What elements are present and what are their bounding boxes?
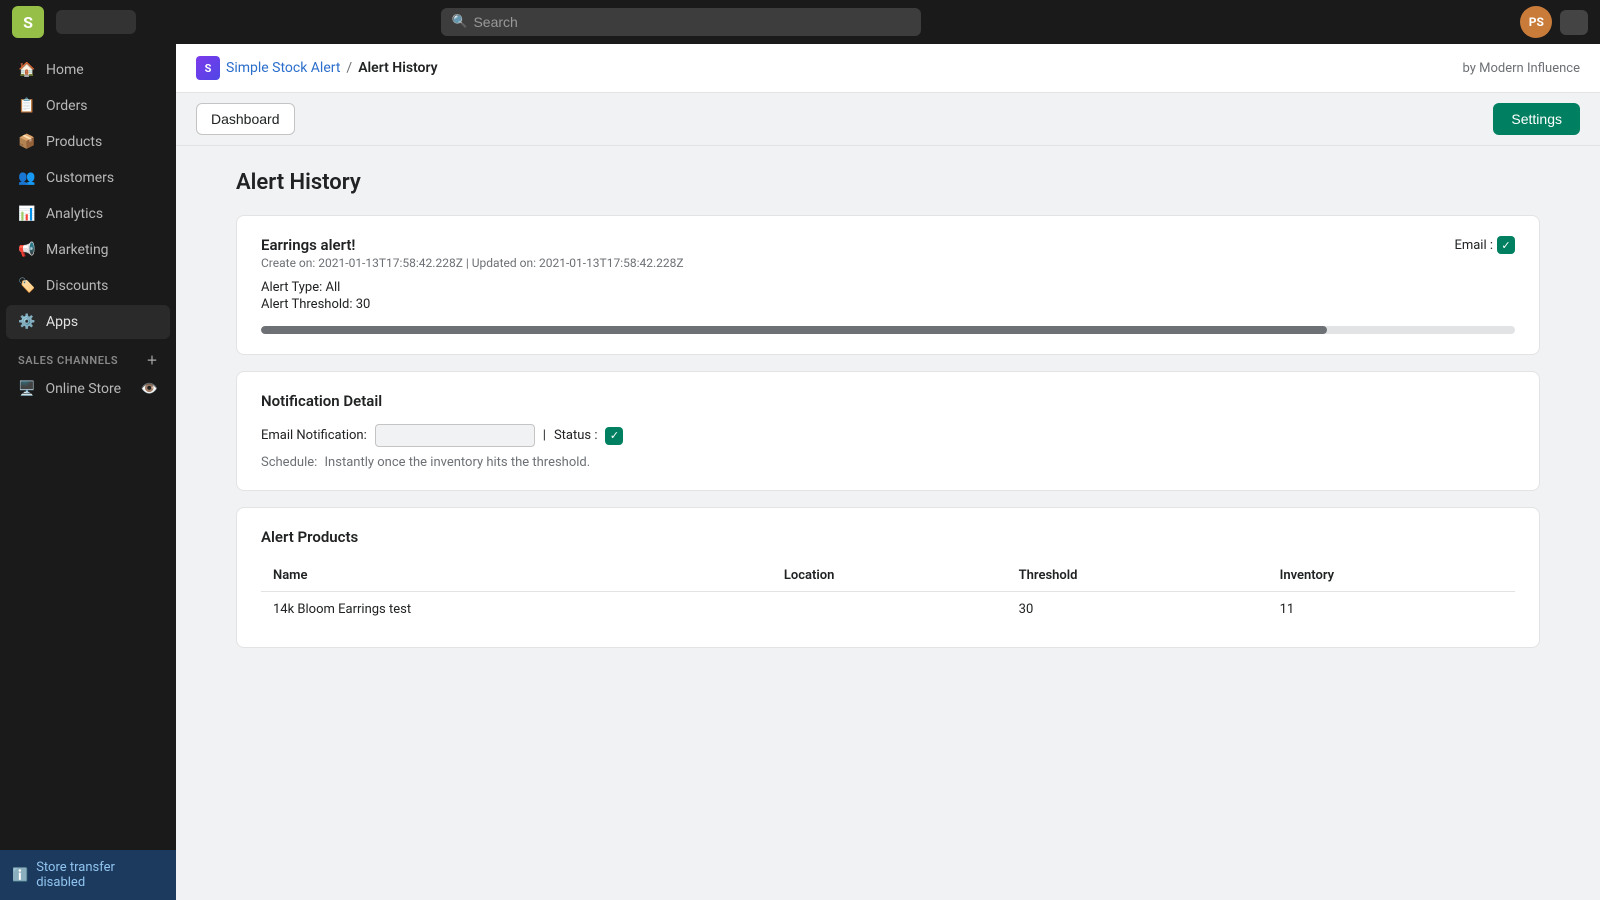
breadcrumb-separator: / xyxy=(346,60,352,76)
alert-info-card: Earrings alert! Create on: 2021-01-13T17… xyxy=(236,215,1540,355)
dashboard-button[interactable]: Dashboard xyxy=(196,103,295,135)
email-label: Email : xyxy=(1454,238,1493,253)
col-location: Location xyxy=(772,560,1007,592)
cell-inventory: 11 xyxy=(1268,592,1515,628)
apps-icon: ⚙️ xyxy=(18,313,36,331)
info-icon: ℹ️ xyxy=(12,868,28,883)
progress-bar xyxy=(261,326,1515,334)
sidebar: 🏠 Home 📋 Orders 📦 Products 👥 Customers 📊… xyxy=(0,44,176,900)
cell-location xyxy=(772,592,1007,628)
notification-detail-card: Notification Detail Email Notification: … xyxy=(236,371,1540,491)
sidebar-item-home[interactable]: 🏠 Home xyxy=(6,53,170,87)
col-threshold: Threshold xyxy=(1007,560,1268,592)
sales-channels-label: SALES CHANNELS ＋ xyxy=(0,340,176,372)
shopify-logo: S xyxy=(12,6,44,38)
avatar[interactable]: PS xyxy=(1520,6,1552,38)
sidebar-item-products[interactable]: 📦 Products xyxy=(6,125,170,159)
eye-icon: 👁️ xyxy=(141,381,158,397)
store-transfer-banner: ℹ️ Store transfer disabled xyxy=(0,850,176,900)
sidebar-item-discounts[interactable]: 🏷️ Discounts xyxy=(6,269,170,303)
breadcrumb: S Simple Stock Alert / Alert History xyxy=(196,56,438,80)
settings-button[interactable]: Settings xyxy=(1493,103,1580,135)
subheader: S Simple Stock Alert / Alert History by … xyxy=(176,44,1600,93)
alert-type-row: Alert Type: All xyxy=(261,280,1515,295)
progress-bar-fill xyxy=(261,326,1327,334)
email-badge: Email : ✓ xyxy=(1454,236,1515,254)
discounts-icon: 🏷️ xyxy=(18,277,36,295)
products-table-body: 14k Bloom Earrings test 3011 xyxy=(261,592,1515,628)
notification-detail-row: Email Notification: | Status : ✓ xyxy=(261,424,1515,447)
breadcrumb-app-link[interactable]: Simple Stock Alert xyxy=(226,60,340,76)
orders-icon: 📋 xyxy=(18,97,36,115)
search-bar[interactable]: 🔍 xyxy=(441,8,921,36)
marketing-icon: 📢 xyxy=(18,241,36,259)
analytics-icon: 📊 xyxy=(18,205,36,223)
pipe-separator: | xyxy=(543,428,546,443)
alert-dates: Create on: 2021-01-13T17:58:42.228Z | Up… xyxy=(261,256,684,270)
cell-name: 14k Bloom Earrings test xyxy=(261,592,772,628)
online-store-icon: 🖥️ xyxy=(18,381,35,397)
status-label: Status : xyxy=(554,428,598,443)
add-sales-channel-icon[interactable]: ＋ xyxy=(146,352,158,368)
alert-name: Earrings alert! xyxy=(261,236,684,254)
sidebar-item-analytics[interactable]: 📊 Analytics xyxy=(6,197,170,231)
search-input[interactable] xyxy=(441,8,921,36)
customers-icon: 👥 xyxy=(18,169,36,187)
table-row: 14k Bloom Earrings test 3011 xyxy=(261,592,1515,628)
toolbar: Dashboard Settings xyxy=(176,93,1600,146)
sidebar-item-online-store[interactable]: 🖥️ Online Store 👁️ xyxy=(6,373,170,405)
content-area: Alert History Earrings alert! Create on:… xyxy=(176,146,1600,900)
alert-name-section: Earrings alert! Create on: 2021-01-13T17… xyxy=(261,236,684,270)
alert-header-row: Earrings alert! Create on: 2021-01-13T17… xyxy=(261,236,1515,270)
by-developer: by Modern Influence xyxy=(1463,61,1580,76)
alert-meta: Alert Type: All Alert Threshold: 30 xyxy=(261,280,1515,312)
products-section-title: Alert Products xyxy=(261,528,1515,546)
topbar-right: PS xyxy=(1520,6,1588,38)
topbar: S 🔍 PS xyxy=(0,0,1600,44)
page-title: Alert History xyxy=(236,170,1540,195)
cell-threshold: 30 xyxy=(1007,592,1268,628)
email-check-icon: ✓ xyxy=(1497,236,1515,254)
notification-schedule: Schedule: Instantly once the inventory h… xyxy=(261,455,1515,470)
sidebar-item-marketing[interactable]: 📢 Marketing xyxy=(6,233,170,267)
main-content: S Simple Stock Alert / Alert History by … xyxy=(176,44,1600,900)
products-icon: 📦 xyxy=(18,133,36,151)
notification-section-title: Notification Detail xyxy=(261,392,1515,410)
app-icon: S xyxy=(196,56,220,80)
alert-threshold-row: Alert Threshold: 30 xyxy=(261,297,1515,312)
store-transfer-text: Store transfer disabled xyxy=(36,860,164,890)
alert-products-card: Alert Products Name Location Threshold I… xyxy=(236,507,1540,648)
sidebar-item-apps[interactable]: ⚙️ Apps xyxy=(6,305,170,339)
home-icon: 🏠 xyxy=(18,61,36,79)
topbar-extra-button[interactable] xyxy=(1560,10,1588,35)
email-notification-label: Email Notification: xyxy=(261,428,367,443)
sidebar-item-orders[interactable]: 📋 Orders xyxy=(6,89,170,123)
sidebar-item-customers[interactable]: 👥 Customers xyxy=(6,161,170,195)
layout: 🏠 Home 📋 Orders 📦 Products 👥 Customers 📊… xyxy=(0,44,1600,900)
products-table: Name Location Threshold Inventory 14k Bl… xyxy=(261,560,1515,627)
email-notification-input[interactable] xyxy=(375,424,535,447)
store-name[interactable] xyxy=(56,10,136,34)
status-check-icon: ✓ xyxy=(605,427,623,445)
breadcrumb-current-page: Alert History xyxy=(358,60,437,76)
products-table-header: Name Location Threshold Inventory xyxy=(261,560,1515,592)
col-inventory: Inventory xyxy=(1268,560,1515,592)
search-icon: 🔍 xyxy=(451,15,467,30)
col-name: Name xyxy=(261,560,772,592)
